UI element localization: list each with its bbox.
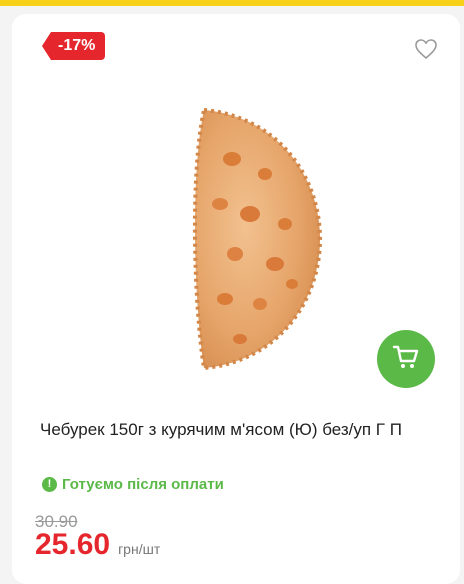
price-unit: грн/шт bbox=[118, 541, 161, 557]
favorite-heart-icon[interactable] bbox=[414, 38, 438, 60]
add-to-cart-button[interactable] bbox=[377, 330, 435, 388]
current-price: 25.60 грн/шт bbox=[35, 528, 160, 562]
discount-badge: -17% bbox=[42, 32, 106, 60]
info-exclamation-icon: ! bbox=[42, 477, 57, 492]
product-card[interactable]: -17% Чебурек 150г з курячим м'ясом (Ю) б… bbox=[12, 14, 460, 584]
preparation-status: ! Готуємо після оплати bbox=[42, 476, 224, 493]
shopping-cart-icon bbox=[392, 344, 420, 375]
price-value: 25.60 bbox=[35, 528, 111, 561]
status-text: Готуємо після оплати bbox=[62, 476, 224, 493]
product-image bbox=[180, 104, 330, 374]
top-accent-strip bbox=[0, 0, 464, 6]
product-title[interactable]: Чебурек 150г з курячим м'ясом (Ю) без/уп… bbox=[40, 416, 430, 444]
